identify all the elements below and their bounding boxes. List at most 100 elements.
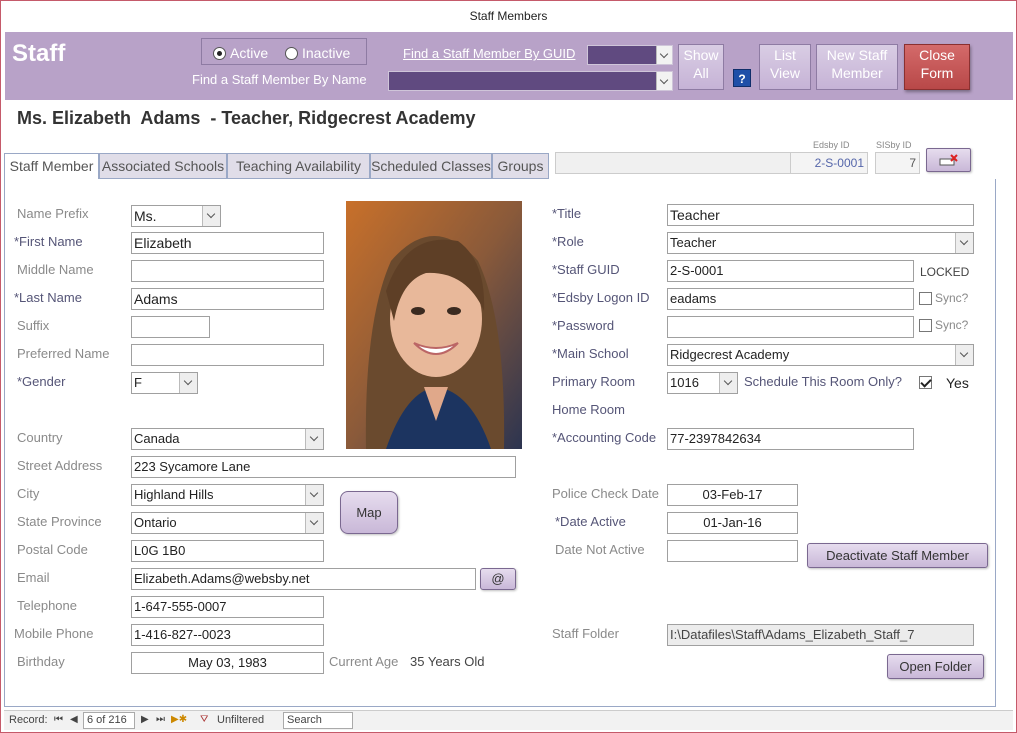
role-select[interactable]: Teacher bbox=[667, 232, 974, 254]
chevron-down-icon[interactable] bbox=[202, 206, 220, 226]
open-folder-button[interactable]: Open Folder bbox=[887, 654, 984, 679]
sisby-id-label: SISby ID bbox=[876, 140, 912, 150]
date-active-label: *Date Active bbox=[555, 514, 626, 529]
preferred-name-field[interactable] bbox=[131, 344, 324, 366]
last-name-field[interactable]: Adams bbox=[131, 288, 324, 310]
tab-groups[interactable]: Groups bbox=[492, 153, 549, 179]
record-navigation-bar: Record: ⏮ ◀ 6 of 216 ▶ ⏭ ▶✱ ⛛ Unfiltered… bbox=[4, 710, 1013, 730]
birthday-field[interactable]: May 03, 1983 bbox=[131, 652, 324, 674]
country-value: Canada bbox=[134, 431, 180, 446]
street-address-field[interactable]: 223 Sycamore Lane bbox=[131, 456, 516, 478]
staff-guid-label: *Staff GUID bbox=[552, 262, 620, 277]
help-icon[interactable]: ? bbox=[733, 69, 751, 87]
find-by-name-combo[interactable] bbox=[388, 71, 673, 91]
delete-record-button[interactable] bbox=[926, 148, 971, 172]
radio-active[interactable]: Active bbox=[213, 45, 268, 61]
tab-teaching-availability[interactable]: Teaching Availability bbox=[227, 153, 370, 179]
state-province-select[interactable]: Ontario bbox=[131, 512, 324, 534]
email-button[interactable]: @ bbox=[480, 568, 516, 590]
radio-inactive-dot[interactable] bbox=[285, 46, 298, 60]
postal-code-field[interactable]: L0G 1B0 bbox=[131, 540, 324, 562]
edsby-id-label: Edsby ID bbox=[813, 140, 850, 150]
deactivate-staff-button[interactable]: Deactivate Staff Member bbox=[807, 543, 988, 568]
chevron-down-icon[interactable] bbox=[955, 345, 973, 365]
list-view-button[interactable]: List View bbox=[759, 44, 811, 90]
show-all-line2: All bbox=[693, 65, 709, 81]
previous-record-icon[interactable]: ◀ bbox=[70, 714, 78, 725]
password-sync-checkbox[interactable] bbox=[919, 319, 932, 332]
tab-scheduled-classes[interactable]: Scheduled Classes bbox=[370, 153, 492, 179]
state-province-value: Ontario bbox=[134, 515, 177, 530]
find-by-guid-combo[interactable] bbox=[587, 45, 673, 65]
accounting-code-label: *Accounting Code bbox=[552, 430, 657, 445]
new-record-icon[interactable]: ▶✱ bbox=[171, 714, 187, 725]
find-by-guid-link[interactable]: Find a Staff Member By GUID bbox=[403, 46, 575, 61]
radio-inactive-label: Inactive bbox=[302, 45, 351, 61]
city-select[interactable]: Highland Hills bbox=[131, 484, 324, 506]
chevron-down-icon[interactable] bbox=[305, 513, 323, 533]
name-prefix-select[interactable]: Ms. bbox=[131, 205, 221, 227]
show-all-button[interactable]: Show All bbox=[678, 44, 724, 90]
date-not-active-field[interactable] bbox=[667, 540, 798, 562]
chevron-down-icon[interactable] bbox=[656, 72, 672, 90]
current-age-value: 35 Years Old bbox=[410, 654, 485, 669]
status-filter-group: Active Inactive bbox=[201, 38, 367, 65]
next-record-icon[interactable]: ▶ bbox=[141, 714, 149, 725]
filter-status[interactable]: Unfiltered bbox=[217, 714, 264, 726]
birthday-label: Birthday bbox=[17, 654, 65, 669]
radio-active-dot[interactable] bbox=[213, 46, 226, 60]
edsby-logon-field[interactable]: eadams bbox=[667, 288, 914, 310]
home-room-label: Home Room bbox=[552, 402, 625, 417]
suffix-field[interactable] bbox=[131, 316, 210, 338]
staff-guid-field[interactable]: 2-S-0001 bbox=[667, 260, 914, 282]
chevron-down-icon[interactable] bbox=[719, 373, 737, 393]
name-prefix-label: Name Prefix bbox=[17, 206, 89, 221]
tab-associated-schools[interactable]: Associated Schools bbox=[99, 153, 227, 179]
new-staff-button[interactable]: New Staff Member bbox=[816, 44, 898, 90]
staff-folder-field[interactable]: I:\Datafiles\Staff\Adams_Elizabeth_Staff… bbox=[667, 624, 974, 646]
schedule-room-checkbox[interactable] bbox=[919, 376, 932, 389]
edsby-id-field: 2-S-0001 bbox=[790, 152, 868, 174]
date-active-field[interactable]: 01-Jan-16 bbox=[667, 512, 798, 534]
record-search-input[interactable]: Search bbox=[283, 712, 353, 729]
state-province-label: State Province bbox=[17, 514, 102, 529]
police-check-field[interactable]: 03-Feb-17 bbox=[667, 484, 798, 506]
chevron-down-icon[interactable] bbox=[656, 46, 672, 64]
window-title: Staff Members bbox=[1, 1, 1016, 31]
chevron-down-icon[interactable] bbox=[305, 485, 323, 505]
suffix-label: Suffix bbox=[17, 318, 50, 333]
country-select[interactable]: Canada bbox=[131, 428, 324, 450]
gender-select[interactable]: F bbox=[131, 372, 198, 394]
edsby-logon-sync-checkbox[interactable] bbox=[919, 292, 932, 305]
mobile-phone-field[interactable]: 1-416-827--0023 bbox=[131, 624, 324, 646]
close-form-button[interactable]: Close Form bbox=[904, 44, 970, 90]
email-field[interactable]: Elizabeth.Adams@websby.net bbox=[131, 568, 476, 590]
middle-name-field[interactable] bbox=[131, 260, 324, 282]
staff-heading: Ms. Elizabeth Adams - Teacher, Ridgecres… bbox=[17, 108, 476, 128]
password-field[interactable] bbox=[667, 316, 914, 338]
close-form-line2: Form bbox=[920, 65, 954, 81]
show-all-line1: Show bbox=[683, 47, 719, 63]
title-field[interactable]: Teacher bbox=[667, 204, 974, 226]
chevron-down-icon[interactable] bbox=[305, 429, 323, 449]
list-view-line2: View bbox=[769, 65, 801, 81]
chevron-down-icon[interactable] bbox=[955, 233, 973, 253]
main-school-label: *Main School bbox=[552, 346, 629, 361]
first-name-field[interactable]: Elizabeth bbox=[131, 232, 324, 254]
new-staff-line1: New Staff bbox=[826, 47, 888, 63]
city-label: City bbox=[17, 486, 40, 501]
telephone-field[interactable]: 1-647-555-0007 bbox=[131, 596, 324, 618]
record-position-field[interactable]: 6 of 216 bbox=[83, 712, 135, 729]
last-record-icon[interactable]: ⏭ bbox=[156, 714, 165, 725]
accounting-code-field[interactable]: 77-2397842634 bbox=[667, 428, 914, 450]
map-button[interactable]: Map bbox=[340, 491, 398, 534]
primary-room-select[interactable]: 1016 bbox=[667, 372, 738, 394]
city-value: Highland Hills bbox=[134, 487, 214, 502]
primary-room-label: Primary Room bbox=[552, 374, 636, 389]
chevron-down-icon[interactable] bbox=[179, 373, 197, 393]
title-label: *Title bbox=[552, 206, 582, 221]
radio-inactive[interactable]: Inactive bbox=[285, 45, 350, 61]
first-record-icon[interactable]: ⏮ bbox=[54, 714, 63, 725]
tab-staff-member[interactable]: Staff Member bbox=[4, 153, 99, 180]
main-school-select[interactable]: Ridgecrest Academy bbox=[667, 344, 974, 366]
